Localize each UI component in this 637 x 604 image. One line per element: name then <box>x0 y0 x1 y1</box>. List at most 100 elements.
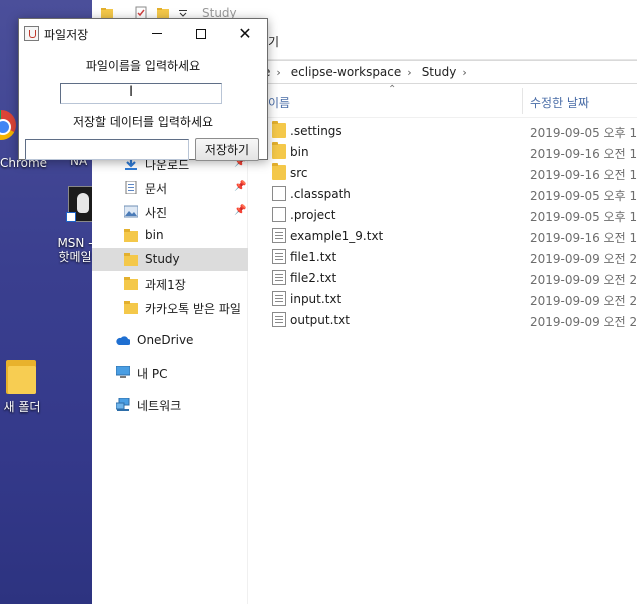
file-name: .project <box>290 208 336 222</box>
file-modified-date: 2019-09-16 오전 12 <box>530 147 637 161</box>
folder-icon <box>272 163 286 180</box>
file-row[interactable]: output.txt 2019-09-09 오전 2: <box>248 309 637 330</box>
data-input[interactable] <box>25 139 189 160</box>
file-icon <box>272 207 286 222</box>
file-modified-date: 2019-09-09 오전 2: <box>530 294 637 308</box>
data-label: 저장할 데이터를 입력하세요 <box>72 115 214 129</box>
folder-icon[interactable] <box>6 354 36 394</box>
nav-item-label: 네트워크 <box>137 399 182 413</box>
document-icon <box>125 181 137 194</box>
file-name: file1.txt <box>290 250 337 264</box>
file-row[interactable]: file2.txt 2019-09-09 오전 2: <box>248 267 637 288</box>
file-modified-date: 2019-09-05 오후 10 <box>530 210 637 224</box>
nav-item-label: 사진 <box>145 206 168 220</box>
java-app-icon <box>24 26 39 41</box>
file-modified-date: 2019-09-09 오전 2: <box>530 252 637 266</box>
pin-icon[interactable]: 📌 <box>234 205 246 216</box>
network-icon <box>116 398 130 411</box>
msn-label-line2: 핫메일 <box>58 250 92 264</box>
msn-label-line1: MSN - <box>57 236 92 250</box>
ribbon-tab-view[interactable]: 기 <box>268 33 279 50</box>
navigation-pane: 나운로드 📌 문서 📌 사진 📌 bin Study 과제1장 카카오톡 받은 … <box>92 84 248 604</box>
nav-item-bin[interactable]: bin <box>92 224 248 247</box>
nav-item-label: 내 PC <box>137 367 168 381</box>
nav-item-documents[interactable]: 문서 📌 <box>92 176 248 199</box>
new-folder-label[interactable]: 새 폴더 <box>0 400 44 414</box>
folder-icon <box>124 277 138 290</box>
column-header-date[interactable]: 수정한 날짜 <box>530 94 589 111</box>
nav-item-pictures[interactable]: 사진 📌 <box>92 200 248 223</box>
save-file-dialog: 파일저장 ✕ 파일이름을 입력하세요 I 저장할 데이터를 입력하세요 저장하기 <box>18 18 268 161</box>
file-name: output.txt <box>290 313 350 327</box>
file-name: .classpath <box>290 187 351 201</box>
computer-icon <box>116 366 130 378</box>
filename-label: 파일이름을 입력하세요 <box>85 59 201 73</box>
breadcrumb-eclipse-workspace[interactable]: eclipse-workspace <box>291 65 401 79</box>
text-cursor-icon: I <box>129 84 134 100</box>
nav-item-assignment1[interactable]: 과제1장 <box>92 272 248 295</box>
file-modified-date: 2019-09-09 오전 2: <box>530 273 637 287</box>
nav-item-label: 과제1장 <box>145 278 186 292</box>
file-name: bin <box>290 145 309 159</box>
file-row[interactable]: bin 2019-09-16 오전 12 <box>248 141 637 162</box>
nav-item-label: 문서 <box>145 182 168 196</box>
text-file-icon <box>272 228 286 243</box>
column-header: ⌃ 이름 수정한 날짜 <box>248 84 637 118</box>
file-list: ⌃ 이름 수정한 날짜 .settings 2019-09-05 오후 10 bin… <box>248 84 637 604</box>
folder-icon <box>124 229 138 242</box>
text-file-icon <box>272 312 286 327</box>
nav-item-label: Study <box>145 252 180 266</box>
file-row[interactable]: .project 2019-09-05 오후 10 <box>248 204 637 225</box>
save-button[interactable]: 저장하기 <box>195 138 259 161</box>
folder-icon <box>124 253 138 266</box>
pin-icon[interactable]: 📌 <box>234 181 246 192</box>
chrome-icon[interactable] <box>0 110 16 140</box>
file-row[interactable]: .classpath 2019-09-05 오후 10 <box>248 183 637 204</box>
picture-icon <box>124 205 138 218</box>
file-name: .settings <box>290 124 342 138</box>
close-icon: ✕ <box>238 24 252 43</box>
close-button[interactable]: ✕ <box>223 19 267 48</box>
file-modified-date: 2019-09-05 오후 10 <box>530 126 637 140</box>
breadcrumb-separator-icon[interactable]: › <box>462 66 466 79</box>
cloud-icon <box>116 336 130 345</box>
dialog-title: 파일저장 <box>44 28 89 42</box>
file-row[interactable]: src 2019-09-16 오전 12 <box>248 162 637 183</box>
breadcrumb-separator-icon[interactable]: › <box>407 66 411 79</box>
file-row[interactable]: .settings 2019-09-05 오후 10 <box>248 120 637 141</box>
maximize-button[interactable] <box>179 19 223 48</box>
text-file-icon <box>272 270 286 285</box>
file-modified-date: 2019-09-16 오전 12 <box>530 231 637 245</box>
file-icon <box>272 186 286 201</box>
dialog-titlebar[interactable]: 파일저장 ✕ <box>19 19 267 48</box>
breadcrumb-study[interactable]: Study <box>422 65 457 79</box>
file-modified-date: 2019-09-05 오후 10 <box>530 189 637 203</box>
minimize-icon <box>152 33 162 34</box>
file-name: input.txt <box>290 292 342 306</box>
text-file-icon <box>272 249 286 264</box>
maximize-icon <box>196 28 206 39</box>
file-modified-date: 2019-09-16 오전 12 <box>530 168 637 182</box>
nav-item-kakaotalk-files[interactable]: 카카오톡 받은 파일 <box>92 296 248 319</box>
nav-item-label: OneDrive <box>137 333 194 347</box>
file-row[interactable]: example1_9.txt 2019-09-16 오전 12 <box>248 225 637 246</box>
address-bar[interactable]: e › eclipse-workspace › Study › <box>262 60 637 84</box>
nav-item-study[interactable]: Study <box>92 248 248 271</box>
nav-item-label: bin <box>145 228 164 242</box>
breadcrumb-separator-icon[interactable]: › <box>276 66 280 79</box>
folder-icon <box>272 121 286 138</box>
file-name: src <box>290 166 308 180</box>
msn-shortcut-label[interactable]: MSN - 핫메일 <box>50 236 92 264</box>
folder-icon <box>272 142 286 159</box>
nav-item-onedrive[interactable]: OneDrive <box>92 329 248 352</box>
file-row[interactable]: input.txt 2019-09-09 오전 2: <box>248 288 637 309</box>
file-name: example1_9.txt <box>290 229 384 243</box>
file-modified-date: 2019-09-09 오전 2: <box>530 315 637 329</box>
nav-item-network[interactable]: 네트워크 <box>92 393 248 416</box>
filename-input[interactable] <box>60 83 222 104</box>
nav-item-this-pc[interactable]: 내 PC <box>92 361 248 384</box>
minimize-button[interactable] <box>135 19 179 48</box>
column-divider[interactable] <box>522 88 523 114</box>
file-row[interactable]: file1.txt 2019-09-09 오전 2: <box>248 246 637 267</box>
column-header-name[interactable]: 이름 <box>268 94 290 111</box>
